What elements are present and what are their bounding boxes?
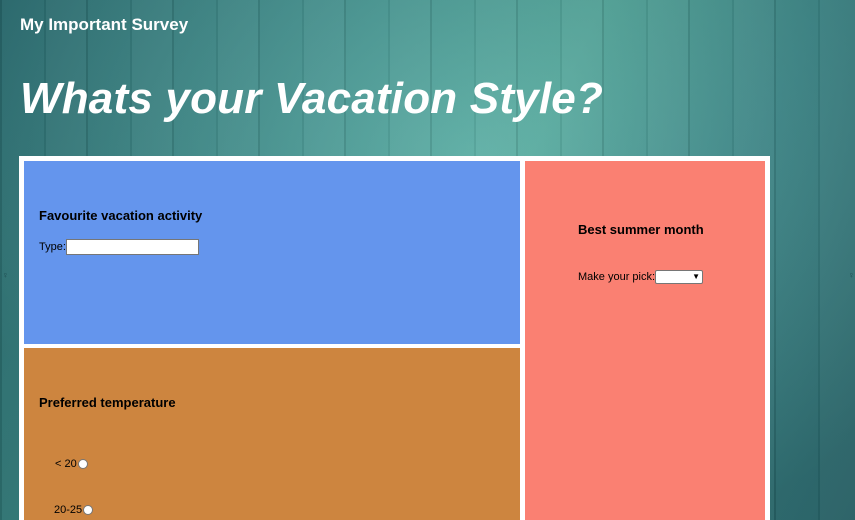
temperature-radio-under-20[interactable] xyxy=(77,459,88,469)
month-select-row: Make your pick: ▼ xyxy=(578,270,704,284)
site-title[interactable]: My Important Survey xyxy=(20,15,188,35)
temperature-panel: Preferred temperature < 20 20-25 xyxy=(24,348,520,520)
month-select[interactable]: ▼ xyxy=(655,270,704,284)
page-title: Whats your Vacation Style? xyxy=(20,74,604,123)
month-select-label: Make your pick: xyxy=(578,271,656,283)
activity-question-title: Favourite vacation activity xyxy=(39,208,203,223)
nail-icon: ♀ xyxy=(848,270,855,280)
month-question-title: Best summer month xyxy=(578,222,704,237)
temperature-option-row: 20-25 xyxy=(54,504,94,516)
temperature-option-row: < 20 xyxy=(55,458,88,470)
chevron-down-icon: ▼ xyxy=(692,272,701,281)
temperature-question-title: Preferred temperature xyxy=(39,395,176,410)
activity-input-row: Type: xyxy=(39,239,199,255)
activity-panel: Favourite vacation activity Type: xyxy=(24,161,520,344)
temperature-radio-20-25[interactable] xyxy=(83,505,94,515)
activity-text-input[interactable] xyxy=(65,239,199,255)
temperature-option-label: < 20 xyxy=(55,458,77,470)
temperature-option-label: 20-25 xyxy=(54,504,83,516)
activity-input-label: Type: xyxy=(39,241,66,253)
nail-icon: ♀ xyxy=(2,270,9,280)
month-panel: Best summer month Make your pick: ▼ xyxy=(525,161,765,520)
